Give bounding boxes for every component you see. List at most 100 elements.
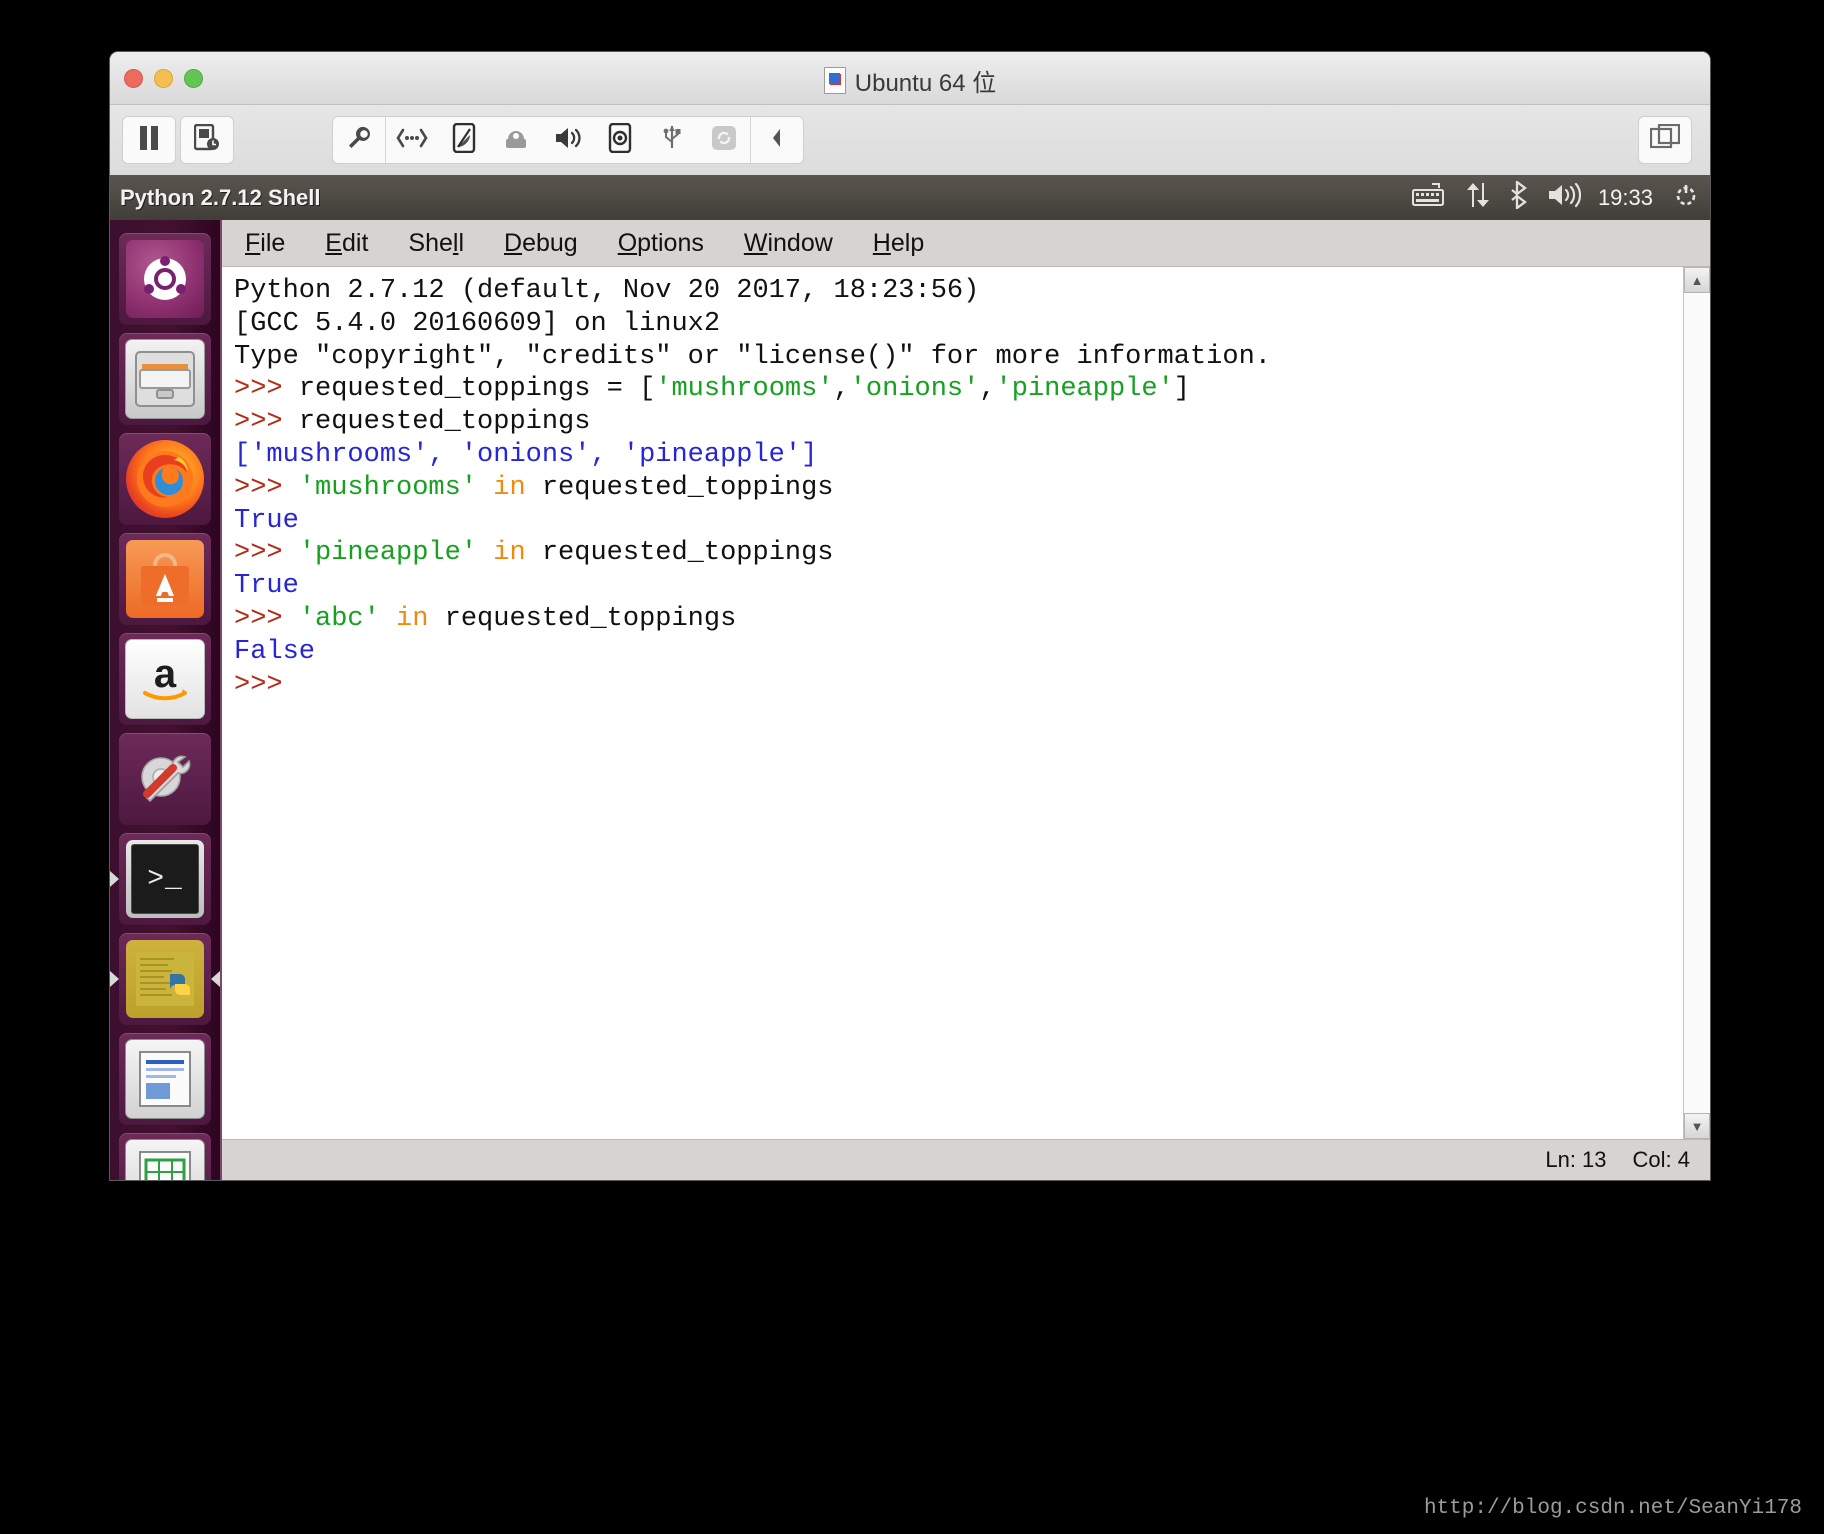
menu-debug[interactable]: Debug — [499, 227, 583, 260]
sound-button[interactable] — [542, 117, 594, 163]
gear-wrench-icon — [126, 740, 204, 818]
keyboard-indicator[interactable] — [1411, 183, 1446, 212]
console-token-plain: , — [979, 374, 996, 405]
console-token-out: True — [234, 505, 299, 536]
usb-button[interactable] — [646, 117, 698, 163]
console-token-str: 'onions' — [849, 374, 980, 405]
console-token-str: 'pineapple' — [298, 538, 478, 569]
running-indicator-right — [211, 971, 220, 987]
launcher-item-dash[interactable] — [119, 233, 211, 325]
launcher-item-calc[interactable] — [119, 1133, 211, 1180]
watermark: http://blog.csdn.net/SeanYi178 — [1423, 1497, 1802, 1520]
terminal-prompt-glyph: >_ — [131, 844, 199, 914]
chevron-left-icon — [770, 127, 784, 154]
running-indicator-left — [110, 971, 119, 987]
console-token-plain: [GCC 5.4.0 20160609] on linux2 — [234, 308, 721, 339]
console-line: Python 2.7.12 (default, Nov 20 2017, 18:… — [234, 275, 1683, 308]
panel-clock[interactable]: 19:33 — [1598, 185, 1653, 211]
console-token-str: 'pineapple' — [995, 374, 1174, 405]
snapshot-button[interactable] — [180, 116, 234, 164]
console-token-plain — [380, 604, 396, 634]
vmware-toolbar — [110, 105, 1710, 176]
console-line: >>> requested_toppings = ['mushrooms','o… — [234, 373, 1683, 406]
console-token-prompt: >>> — [234, 538, 299, 569]
menu-shell[interactable]: Shell — [403, 227, 469, 260]
pause-button[interactable] — [122, 116, 176, 164]
console-line: True — [234, 570, 1683, 603]
network-indicator[interactable] — [1463, 181, 1493, 214]
console-token-prompt: >>> — [234, 472, 299, 503]
camera-button[interactable] — [594, 117, 646, 163]
network-icon — [395, 127, 429, 154]
idle-menubar: File Edit Shell Debug Options Window Hel… — [222, 220, 1710, 267]
launcher-item-writer[interactable] — [119, 1033, 211, 1125]
harddisk-icon — [452, 122, 476, 158]
console-token-str: 'abc' — [298, 603, 380, 634]
panel-indicators: 19:33 — [1411, 175, 1702, 220]
unity-launcher: a >_ — [110, 220, 220, 1180]
console-token-plain: Python 2.7.12 (default, Nov 20 2017, 18:… — [234, 276, 996, 306]
console-token-plain: requested_toppings = [ — [298, 374, 656, 405]
launcher-item-idle[interactable] — [110, 933, 220, 1025]
console-scrollbar[interactable]: ▲ ▼ — [1683, 267, 1710, 1139]
wrench-icon — [345, 124, 373, 157]
bluetooth-indicator[interactable] — [1510, 179, 1530, 214]
power-gear-icon[interactable] — [1670, 179, 1702, 216]
idle-statusbar: Ln: 13 Col: 4 — [222, 1139, 1710, 1180]
document-writer-icon — [125, 1039, 205, 1119]
running-indicator-left — [110, 871, 119, 887]
console-token-kw: in — [493, 538, 526, 569]
console-token-plain: requested_toppings — [428, 603, 737, 634]
console-line: >>> 'abc' in requested_toppings — [234, 603, 1683, 636]
volume-indicator[interactable] — [1547, 182, 1581, 213]
console-line: [GCC 5.4.0 20160609] on linux2 — [234, 308, 1683, 341]
launcher-item-terminal[interactable]: >_ — [110, 833, 211, 925]
vmware-title: Ubuntu 64 位 — [110, 63, 1710, 98]
panel-window-title: Python 2.7.12 Shell — [120, 184, 321, 210]
collapse-toolbar-button[interactable] — [751, 117, 803, 163]
shell-console[interactable]: Python 2.7.12 (default, Nov 20 2017, 18:… — [222, 267, 1683, 1139]
printer-button[interactable] — [490, 117, 542, 163]
settings-button[interactable] — [333, 117, 385, 163]
console-line: >>> — [234, 669, 1683, 702]
menu-edit[interactable]: Edit — [320, 227, 373, 260]
speaker-icon — [553, 125, 583, 156]
sync-icon — [710, 124, 738, 157]
harddisk-button[interactable] — [438, 117, 490, 163]
console-line: ['mushrooms', 'onions', 'pineapple'] — [234, 439, 1683, 472]
console-token-prompt: >>> — [234, 374, 299, 405]
console-token-prompt: >>> — [234, 669, 299, 700]
svg-text:a: a — [154, 653, 177, 696]
launcher-item-software[interactable] — [119, 533, 211, 625]
launcher-item-settings[interactable] — [119, 733, 211, 825]
console-token-plain: requested_toppings — [525, 472, 834, 503]
console-token-out: True — [234, 571, 299, 602]
ubuntu-logo-icon — [126, 240, 204, 318]
launcher-item-files[interactable] — [119, 333, 211, 425]
console-token-prompt: >>> — [234, 603, 299, 634]
scroll-up-button[interactable]: ▲ — [1684, 267, 1710, 293]
console-token-plain: requested_toppings — [525, 538, 834, 569]
menu-file[interactable]: File — [240, 227, 290, 260]
launcher-item-firefox[interactable] — [119, 433, 211, 525]
sync-button[interactable] — [698, 117, 750, 163]
console-token-plain: ] — [1173, 374, 1190, 405]
vmware-window: Ubuntu 64 位 Python 2.7.12 Shell 19:33 a … — [110, 52, 1710, 1180]
launcher-item-amazon[interactable]: a — [119, 633, 211, 725]
usb-icon — [661, 123, 683, 158]
unity-view-button[interactable] — [1638, 116, 1692, 164]
menu-help[interactable]: Help — [868, 227, 929, 260]
scroll-down-button[interactable]: ▼ — [1684, 1113, 1710, 1139]
network-button[interactable] — [386, 117, 438, 163]
windows-overlap-icon — [1649, 123, 1681, 157]
menu-window[interactable]: Window — [739, 227, 838, 260]
status-line: Ln: 13 — [1545, 1147, 1607, 1172]
printer-icon — [502, 125, 530, 156]
spreadsheet-calc-icon — [125, 1139, 205, 1180]
file-cabinet-icon — [125, 339, 205, 419]
console-token-prompt: >>> — [234, 407, 299, 438]
scrollbar-track[interactable] — [1684, 293, 1710, 1113]
firefox-icon — [126, 440, 204, 518]
terminal-icon: >_ — [126, 840, 204, 918]
menu-options[interactable]: Options — [613, 227, 709, 260]
